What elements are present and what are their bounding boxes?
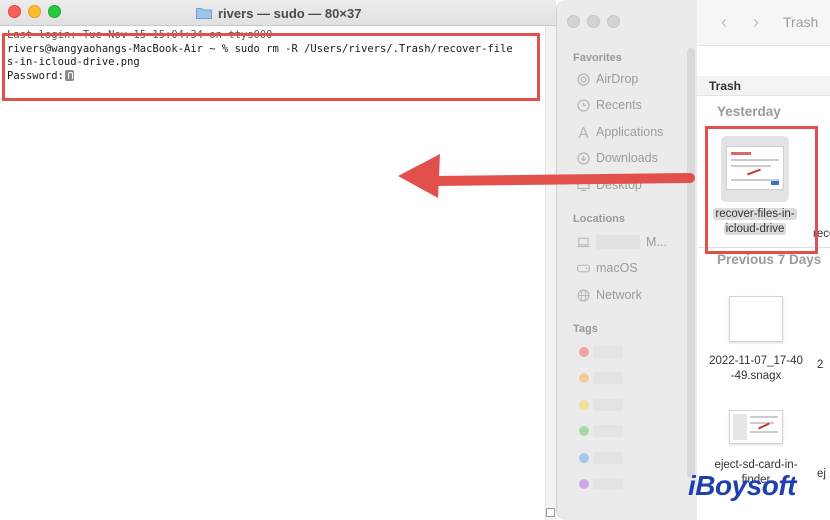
file-name-label: 2022-11-07_17-40 -49.snagx bbox=[701, 354, 811, 384]
sidebar-item-label: M... bbox=[646, 235, 667, 249]
finder-toolbar: ‹ › Trash bbox=[697, 0, 830, 46]
minimize-window-button[interactable] bbox=[28, 5, 41, 18]
globe-icon bbox=[577, 288, 590, 302]
folder-icon bbox=[196, 7, 212, 19]
resize-corner[interactable] bbox=[546, 508, 555, 517]
file-item-snagx[interactable]: 2022-11-07_17-40 -49.snagx bbox=[701, 296, 811, 384]
command-highlight-box bbox=[2, 33, 540, 101]
finder-content[interactable]: ‹ › Trash Trash Yesterday recover-files-… bbox=[697, 0, 830, 520]
finder-minimize-button[interactable] bbox=[587, 15, 600, 28]
finder-zoom-button[interactable] bbox=[607, 15, 620, 28]
locations-heading: Locations bbox=[573, 213, 625, 225]
sidebar-item-network[interactable]: Network bbox=[577, 286, 642, 304]
sidebar-item-recents[interactable]: Recents bbox=[577, 96, 642, 114]
redacted-device-name bbox=[596, 235, 640, 249]
path-label: Trash bbox=[709, 79, 742, 93]
iboysoft-logo: iBoysoft bbox=[688, 470, 797, 501]
terminal-titlebar[interactable]: rivers — sudo — 80×37 bbox=[0, 0, 556, 26]
file-item-partial[interactable]: 2 bbox=[817, 355, 830, 373]
file-name-label: ej bbox=[817, 468, 826, 480]
close-window-button[interactable] bbox=[8, 5, 21, 18]
file-name-line: 2022-11-07_17-40 bbox=[709, 355, 803, 367]
finder-close-button[interactable] bbox=[567, 15, 580, 28]
sidebar-item-label: Network bbox=[596, 288, 642, 302]
redacted-tag-name bbox=[593, 399, 623, 411]
sidebar-item-applications[interactable]: Applications bbox=[577, 123, 663, 141]
zoom-window-button[interactable] bbox=[48, 5, 61, 18]
redacted-tag-name bbox=[593, 346, 623, 358]
path-bar: Trash bbox=[697, 76, 830, 96]
file-name-label: 2 bbox=[817, 359, 824, 371]
tag-green-dot[interactable] bbox=[579, 426, 589, 436]
back-arrow-icon[interactable]: ‹ bbox=[721, 12, 727, 33]
sidebar-item-label: macOS bbox=[596, 261, 638, 275]
redacted-tag-name bbox=[593, 372, 623, 384]
laptop-icon bbox=[577, 236, 590, 249]
forward-arrow-icon[interactable]: › bbox=[753, 12, 759, 33]
terminal-title-text: rivers — sudo — 80×37 bbox=[218, 5, 362, 21]
group-heading-yesterday: Yesterday bbox=[717, 104, 781, 119]
tag-orange-dot[interactable] bbox=[579, 373, 589, 383]
applications-icon bbox=[577, 126, 590, 139]
finder-sidebar: Favorites AirDrop Recents Applications D… bbox=[557, 0, 697, 520]
tag-blue-dot[interactable] bbox=[579, 453, 589, 463]
sidebar-item-macbook[interactable]: M... bbox=[577, 233, 667, 251]
sidebar-item-airdrop[interactable]: AirDrop bbox=[577, 70, 638, 88]
group-heading-previous-7-days: Previous 7 Days bbox=[717, 252, 822, 267]
finder-window[interactable]: Favorites AirDrop Recents Applications D… bbox=[556, 0, 830, 520]
tag-yellow-dot[interactable] bbox=[579, 400, 589, 410]
sidebar-item-label: AirDrop bbox=[596, 72, 639, 86]
terminal-title: rivers — sudo — 80×37 bbox=[196, 4, 361, 22]
sidebar-item-label: Applications bbox=[596, 125, 664, 139]
redacted-tag-name bbox=[593, 425, 623, 437]
file-name-line: -49.snagx bbox=[730, 370, 782, 382]
tag-purple-dot[interactable] bbox=[579, 479, 589, 489]
clock-icon bbox=[577, 98, 590, 112]
airdrop-icon bbox=[577, 72, 590, 86]
file-highlight-box bbox=[705, 126, 818, 254]
favorites-heading: Favorites bbox=[573, 52, 622, 64]
sidebar-item-macos[interactable]: macOS bbox=[577, 259, 638, 277]
file-thumbnail bbox=[729, 296, 783, 342]
sidebar-item-label: Recents bbox=[596, 98, 642, 112]
file-thumbnail bbox=[729, 410, 783, 444]
redacted-tag-name bbox=[593, 452, 623, 464]
sidebar-scrollbar[interactable] bbox=[687, 48, 695, 478]
red-arrow-icon bbox=[398, 154, 695, 198]
terminal-scrollbar[interactable] bbox=[545, 26, 556, 520]
file-item-partial[interactable]: ej bbox=[817, 464, 830, 482]
finder-title: Trash bbox=[783, 14, 819, 30]
redacted-tag-name bbox=[593, 478, 623, 490]
disk-icon bbox=[577, 262, 590, 275]
tags-heading: Tags bbox=[573, 323, 598, 335]
tag-red-dot[interactable] bbox=[579, 347, 589, 357]
